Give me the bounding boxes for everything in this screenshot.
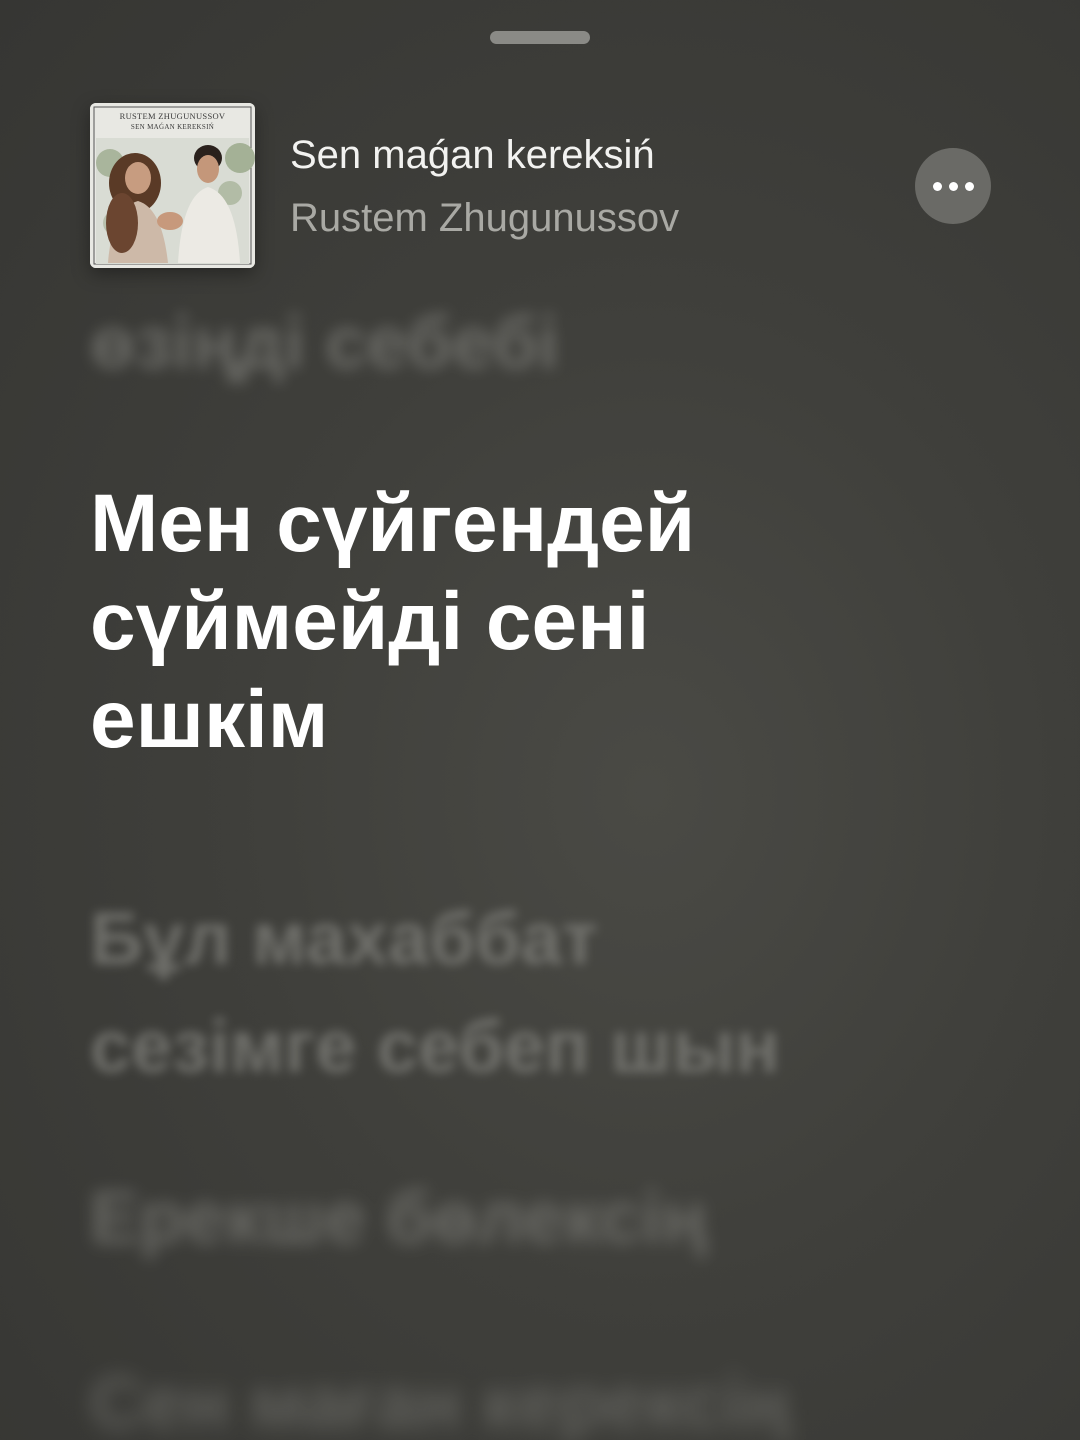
lyric-line-next[interactable]: Бұл махаббат сезімге себеп шын	[90, 885, 1010, 1101]
album-artwork[interactable]: RUSTEM ZHUGUNUSSOV SEN MAǴAN KEREKSIŃ	[90, 103, 255, 268]
song-title[interactable]: Sen maǵan kereksiń	[290, 133, 655, 178]
artwork-title-caption: SEN MAǴAN KEREKSIŃ	[130, 123, 215, 131]
artist-name[interactable]: Rustem Zhugunussov	[290, 196, 679, 241]
sheet-grabber[interactable]	[490, 31, 590, 44]
now-playing-header: RUSTEM ZHUGUNUSSOV SEN MAǴAN KEREKSIŃ Se…	[90, 103, 1000, 268]
ellipsis-icon	[948, 181, 958, 191]
lyric-next-line: сезімге себеп шын	[90, 1005, 780, 1088]
ellipsis-icon	[932, 181, 942, 191]
lyric-current-line: Мен сүйгендей	[90, 478, 696, 569]
lyric-line-current[interactable]: Мен сүйгендей сүймейді сені ешкім	[90, 475, 1010, 769]
lyric-current-line: сүймейді сені	[90, 576, 650, 667]
more-options-button[interactable]	[915, 148, 991, 224]
ellipsis-icon	[964, 181, 974, 191]
lyric-line-upcoming[interactable]: Сен маған керексің	[90, 1360, 1010, 1440]
lyric-current-line: ешкім	[90, 674, 329, 765]
lyric-line-upcoming[interactable]: Ерекше бөлексің	[90, 1175, 1010, 1260]
lyric-line-previous[interactable]: өзіңді себебі	[90, 300, 1010, 385]
lyric-next-line: Бұл махаббат	[90, 897, 598, 980]
artwork-artist-caption: RUSTEM ZHUGUNUSSOV	[119, 111, 226, 121]
